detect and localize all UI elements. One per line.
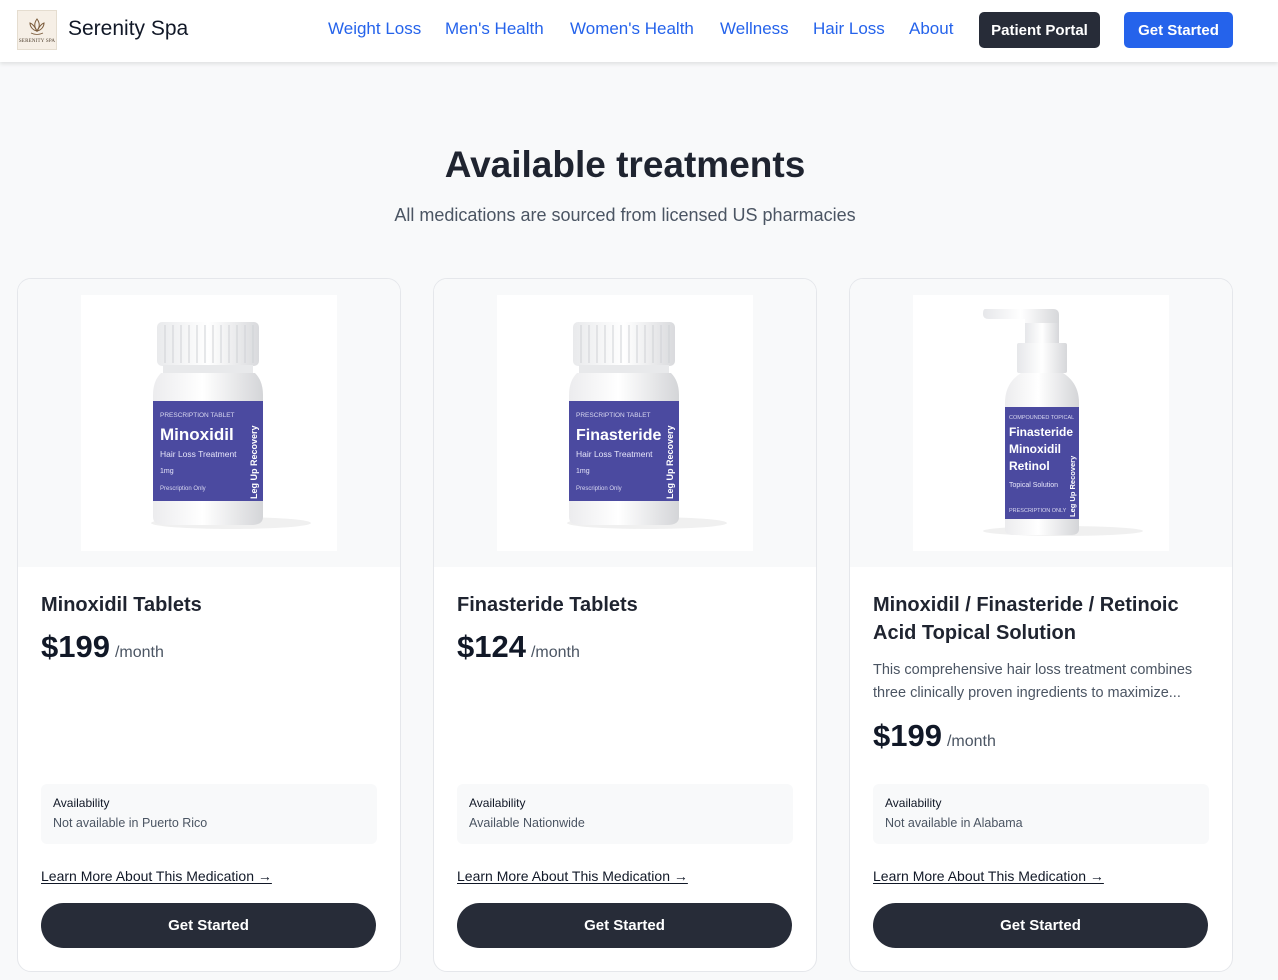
pill-bottle-image: PRESCRIPTION TABLET Minoxidil Hair Loss … <box>151 322 311 529</box>
bottle-label-dose: 1mg <box>160 468 174 475</box>
bottle-label-brand: Leg Up Recovery <box>249 425 259 499</box>
bottle-label-note: Prescription Only <box>160 486 206 492</box>
bottle-label-brand: Leg Up Recovery <box>665 425 675 499</box>
price-period: /month <box>114 644 164 661</box>
product-name: Finasteride Tablets <box>457 594 638 616</box>
price-amount: $124 <box>457 629 526 664</box>
availability-value: Not available in Puerto Rico <box>53 816 208 830</box>
availability-label: Availability <box>885 796 942 810</box>
pump-bottle-image: COMPOUNDED TOPICAL Finasteride Minoxidil… <box>983 309 1143 536</box>
product-card-topical-solution: COMPOUNDED TOPICAL Finasteride Minoxidil… <box>849 278 1233 972</box>
product-image-finasteride[interactable]: PRESCRIPTION TABLET Finasteride Hair Los… <box>497 295 753 551</box>
availability-box: Availability Not available in Puerto Ric… <box>41 784 377 844</box>
learn-more-link[interactable]: Learn More About This Medication → <box>457 868 688 884</box>
product-card-finasteride: PRESCRIPTION TABLET Finasteride Hair Los… <box>433 278 817 972</box>
nav-link-womens-health[interactable]: Women's Health <box>570 19 694 39</box>
product-image-minoxidil[interactable]: PRESCRIPTION TABLET Minoxidil Hair Loss … <box>81 295 337 551</box>
bottle-label-top: PRESCRIPTION TABLET <box>160 412 235 419</box>
bottle-label-name-1: Finasteride <box>1009 425 1073 439</box>
nav-link-mens-health[interactable]: Men's Health <box>445 19 544 39</box>
availability-box: Availability Available Nationwide <box>457 784 793 844</box>
section-subtitle: All medications are sourced from license… <box>394 205 856 225</box>
bottle-label-sub: Hair Loss Treatment <box>160 449 237 459</box>
bottle-label-sub: Hair Loss Treatment <box>576 449 653 459</box>
bottle-label-name: Finasteride <box>576 427 661 444</box>
price-amount: $199 <box>41 629 110 664</box>
product-description: This comprehensive hair loss treatment c… <box>873 662 1193 701</box>
availability-label: Availability <box>53 796 110 810</box>
bottle-label-name-3: Retinol <box>1009 459 1050 473</box>
price-amount: $199 <box>873 718 942 753</box>
learn-more-link[interactable]: Learn More About This Medication → <box>873 868 1104 884</box>
patient-portal-button[interactable]: Patient Portal <box>979 12 1100 48</box>
product-name: Minoxidil / Finasteride / Retinoic Acid … <box>873 594 1179 644</box>
nav-link-wellness[interactable]: Wellness <box>720 19 789 39</box>
bottle-label-top: COMPOUNDED TOPICAL <box>1009 415 1074 421</box>
top-navbar: SERENITY SPA Serenity Spa Weight Loss Me… <box>0 0 1278 62</box>
lotus-icon <box>29 18 45 35</box>
bottle-label-brand: Leg Up Recovery <box>1068 455 1077 517</box>
bottle-label-note: Prescription Only <box>576 486 622 492</box>
logo-text: SERENITY SPA <box>18 39 56 44</box>
bottle-label-sub: Topical Solution <box>1009 482 1058 489</box>
header-get-started-button[interactable]: Get Started <box>1124 12 1233 48</box>
price-block: $199 /month <box>41 629 164 665</box>
price-block: $124 /month <box>457 629 580 665</box>
bottle-label-top: PRESCRIPTION TABLET <box>576 412 651 419</box>
availability-value: Available Nationwide <box>469 816 585 830</box>
nav-link-hair-loss[interactable]: Hair Loss <box>813 19 885 39</box>
bottle-label-name: Minoxidil <box>160 425 234 444</box>
product-media: PRESCRIPTION TABLET Finasteride Hair Los… <box>434 279 816 567</box>
nav-link-about[interactable]: About <box>909 19 953 39</box>
bottle-label-dose: 1mg <box>576 468 590 475</box>
product-name: Minoxidil Tablets <box>41 594 202 616</box>
availability-box: Availability Not available in Alabama <box>873 784 1209 844</box>
product-image-topical-solution[interactable]: COMPOUNDED TOPICAL Finasteride Minoxidil… <box>913 295 1169 551</box>
price-period: /month <box>530 644 580 661</box>
section-title: Available treatments <box>444 144 806 185</box>
price-period: /month <box>946 733 996 750</box>
availability-label: Availability <box>469 796 526 810</box>
learn-more-link[interactable]: Learn More About This Medication → <box>41 868 272 884</box>
brand-name[interactable]: Serenity Spa <box>68 17 188 41</box>
get-started-button[interactable]: Get Started <box>457 903 792 948</box>
product-card-minoxidil: PRESCRIPTION TABLET Minoxidil Hair Loss … <box>17 278 401 972</box>
product-media: COMPOUNDED TOPICAL Finasteride Minoxidil… <box>850 279 1232 567</box>
price-block: $199 /month <box>873 718 996 754</box>
pill-bottle-image: PRESCRIPTION TABLET Finasteride Hair Los… <box>567 322 727 529</box>
product-media: PRESCRIPTION TABLET Minoxidil Hair Loss … <box>18 279 400 567</box>
bottle-label-name-2: Minoxidil <box>1009 442 1061 456</box>
get-started-button[interactable]: Get Started <box>873 903 1208 948</box>
nav-link-weight-loss[interactable]: Weight Loss <box>328 19 421 39</box>
logo[interactable]: SERENITY SPA <box>17 10 57 50</box>
availability-value: Not available in Alabama <box>885 816 1023 830</box>
get-started-button[interactable]: Get Started <box>41 903 376 948</box>
bottle-label-note: PRESCRIPTION ONLY <box>1009 508 1067 514</box>
